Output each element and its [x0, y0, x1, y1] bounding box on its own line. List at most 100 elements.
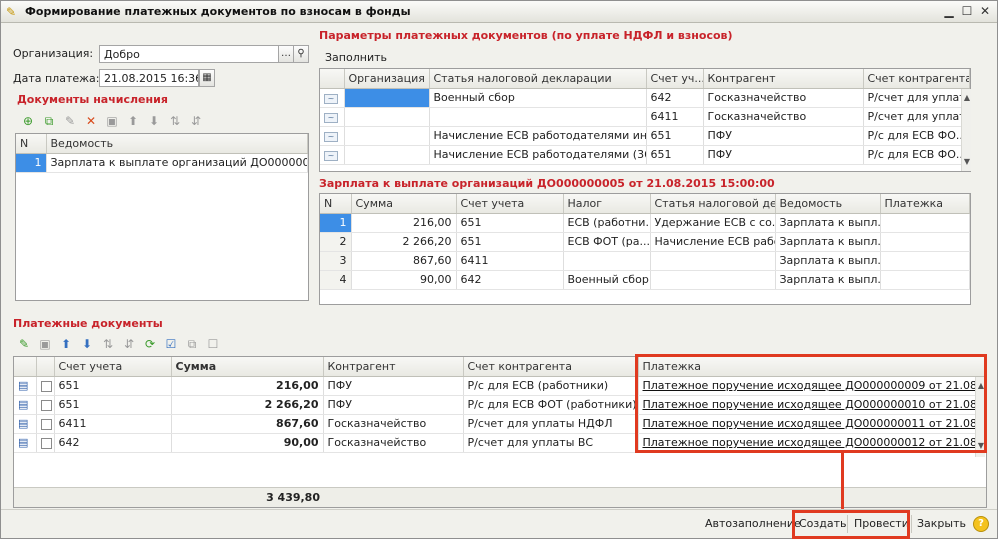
- minimize-icon[interactable]: ▁: [941, 4, 957, 19]
- autofill-button[interactable]: Автозаполнение: [705, 517, 801, 530]
- article-cell[interactable]: Военный сбор: [429, 88, 647, 108]
- account-cell[interactable]: 651: [54, 395, 172, 415]
- payment-cell[interactable]: [880, 270, 970, 290]
- article-cell[interactable]: Начисление ЕСВ работодателями инва...: [429, 126, 647, 146]
- org-search-icon[interactable]: ⚲: [293, 45, 309, 63]
- delete-icon[interactable]: ✕: [82, 112, 100, 130]
- account-cell[interactable]: 651: [456, 213, 564, 233]
- col-payment[interactable]: Платежка: [880, 194, 970, 214]
- cp-account-cell[interactable]: Р/с для ЕСВ ФОТ (работники): [463, 395, 639, 415]
- vedomost-cell[interactable]: Зарплата к выплате организаций ДО0000000…: [46, 153, 308, 173]
- row-checkbox[interactable]: [40, 437, 52, 449]
- counterparty-cell[interactable]: Госказначейство: [323, 433, 464, 453]
- col-tax[interactable]: Налог: [563, 194, 651, 214]
- col-article[interactable]: Статья налоговой де...: [650, 194, 776, 214]
- cp-account-cell[interactable]: Р/с для ЕСВ (работники): [463, 376, 639, 396]
- col-sum[interactable]: Сумма: [171, 357, 324, 377]
- cp-account-cell[interactable]: Р/счет для уплат...: [863, 88, 970, 108]
- col-account[interactable]: Счет учета: [456, 194, 564, 214]
- help-icon[interactable]: ?: [973, 516, 989, 532]
- close-button[interactable]: Закрыть: [917, 517, 966, 530]
- article-cell[interactable]: Начисление ЕСВ рабо...: [650, 232, 776, 252]
- account-cell[interactable]: 651: [646, 126, 704, 146]
- col-n[interactable]: N: [16, 134, 47, 154]
- payment-cell[interactable]: [880, 213, 970, 233]
- col-account[interactable]: Счет уч...: [646, 69, 704, 89]
- add-icon[interactable]: ⊕: [19, 112, 37, 130]
- table-row[interactable]: 3 867,60 6411 Зарплата к выпл...: [320, 251, 970, 271]
- account-cell[interactable]: 651: [456, 232, 564, 252]
- cp-account-cell[interactable]: Р/счет для уплат...: [863, 107, 970, 127]
- counterparty-cell[interactable]: ПФУ: [703, 145, 864, 165]
- article-cell[interactable]: [650, 251, 776, 271]
- org-cell[interactable]: [344, 145, 430, 165]
- check-all-icon[interactable]: ☑: [162, 335, 180, 353]
- counterparty-cell[interactable]: Госказначейство: [703, 88, 864, 108]
- tax-cell[interactable]: ЕСВ ФОТ (ра...: [563, 232, 651, 252]
- col-counterparty[interactable]: Контрагент: [323, 357, 464, 377]
- payment-cell[interactable]: [880, 251, 970, 271]
- account-cell[interactable]: 6411: [54, 414, 172, 434]
- copy-icon[interactable]: ⧉: [40, 112, 58, 130]
- article-cell[interactable]: [429, 107, 647, 127]
- vedomost-cell[interactable]: Зарплата к выпл...: [775, 251, 881, 271]
- table-row[interactable]: ~ Начисление ЕСВ работодателями (36,7...…: [320, 145, 970, 165]
- move-up-icon[interactable]: ⬆: [124, 112, 142, 130]
- col-counterparty[interactable]: Контрагент: [703, 69, 864, 89]
- account-cell[interactable]: 642: [646, 88, 704, 108]
- account-cell[interactable]: 6411: [646, 107, 704, 127]
- maximize-icon[interactable]: ☐: [959, 4, 975, 19]
- col-vedomost[interactable]: Ведомость: [775, 194, 881, 214]
- row-checkbox[interactable]: [40, 399, 52, 411]
- calendar-icon[interactable]: ▦: [199, 69, 215, 87]
- vedomost-cell[interactable]: Зарплата к выпл...: [775, 232, 881, 252]
- col-article[interactable]: Статья налоговой декларации: [429, 69, 647, 89]
- sum-cell[interactable]: 2 266,20: [171, 395, 324, 415]
- col-vedomost[interactable]: Ведомость: [46, 134, 308, 154]
- edit-icon[interactable]: ✎: [15, 335, 33, 353]
- cp-account-cell[interactable]: Р/счет для уплаты НДФЛ: [463, 414, 639, 434]
- col-sum[interactable]: Сумма: [351, 194, 457, 214]
- counterparty-cell[interactable]: ПФУ: [323, 395, 464, 415]
- account-cell[interactable]: 651: [646, 145, 704, 165]
- refresh-icon[interactable]: ⟳: [141, 335, 159, 353]
- close-icon[interactable]: ✕: [977, 4, 993, 19]
- date-field[interactable]: 21.08.2015 16:36:2: [99, 69, 199, 87]
- vedomost-cell[interactable]: Зарплата к выпл...: [775, 270, 881, 290]
- sum-cell[interactable]: 90,00: [351, 270, 457, 290]
- counterparty-cell[interactable]: ПФУ: [703, 126, 864, 146]
- col-cp-account[interactable]: Счет контрагента: [463, 357, 639, 377]
- tax-cell[interactable]: [563, 251, 651, 271]
- counterparty-cell[interactable]: Госказначейство: [703, 107, 864, 127]
- fill-button[interactable]: Заполнить: [325, 51, 387, 64]
- sum-cell[interactable]: 2 266,20: [351, 232, 457, 252]
- org-cell[interactable]: [344, 126, 430, 146]
- sort-asc-icon[interactable]: ⇅: [166, 112, 184, 130]
- counterparty-cell[interactable]: ПФУ: [323, 376, 464, 396]
- sort-asc-icon[interactable]: ⇅: [99, 335, 117, 353]
- account-cell[interactable]: 642: [456, 270, 564, 290]
- vedomost-cell[interactable]: Зарплата к выпл...: [775, 213, 881, 233]
- sum-cell[interactable]: 867,60: [171, 414, 324, 434]
- sum-cell[interactable]: 216,00: [171, 376, 324, 396]
- move-down-icon[interactable]: ⬇: [145, 112, 163, 130]
- table-row[interactable]: 1 Зарплата к выплате организаций ДО00000…: [16, 153, 308, 173]
- tax-cell[interactable]: ЕСВ (работни...: [563, 213, 651, 233]
- org-cell[interactable]: [344, 88, 430, 108]
- table-row[interactable]: ~ Военный сбор 642 Госказначейство Р/сче…: [320, 88, 970, 108]
- col-n[interactable]: N: [320, 194, 352, 214]
- scroll-up-icon[interactable]: ▲: [962, 93, 972, 103]
- account-cell[interactable]: 6411: [456, 251, 564, 271]
- sum-cell[interactable]: 216,00: [351, 213, 457, 233]
- table-row[interactable]: ~ Начисление ЕСВ работодателями инва... …: [320, 126, 970, 146]
- org-field[interactable]: Добро: [99, 45, 279, 63]
- scroll-down-icon[interactable]: ▼: [962, 157, 972, 167]
- save-icon[interactable]: ▣: [103, 112, 121, 130]
- col-cp-account[interactable]: Счет контрагента: [863, 69, 970, 89]
- article-cell[interactable]: Удержание ЕСВ с со...: [650, 213, 776, 233]
- move-up-icon[interactable]: ⬆: [57, 335, 75, 353]
- save-icon[interactable]: ▣: [36, 335, 54, 353]
- account-cell[interactable]: 651: [54, 376, 172, 396]
- table-row[interactable]: 1 216,00 651 ЕСВ (работни... Удержание Е…: [320, 213, 970, 233]
- cp-account-cell[interactable]: Р/с для ЕСВ ФО...: [863, 126, 970, 146]
